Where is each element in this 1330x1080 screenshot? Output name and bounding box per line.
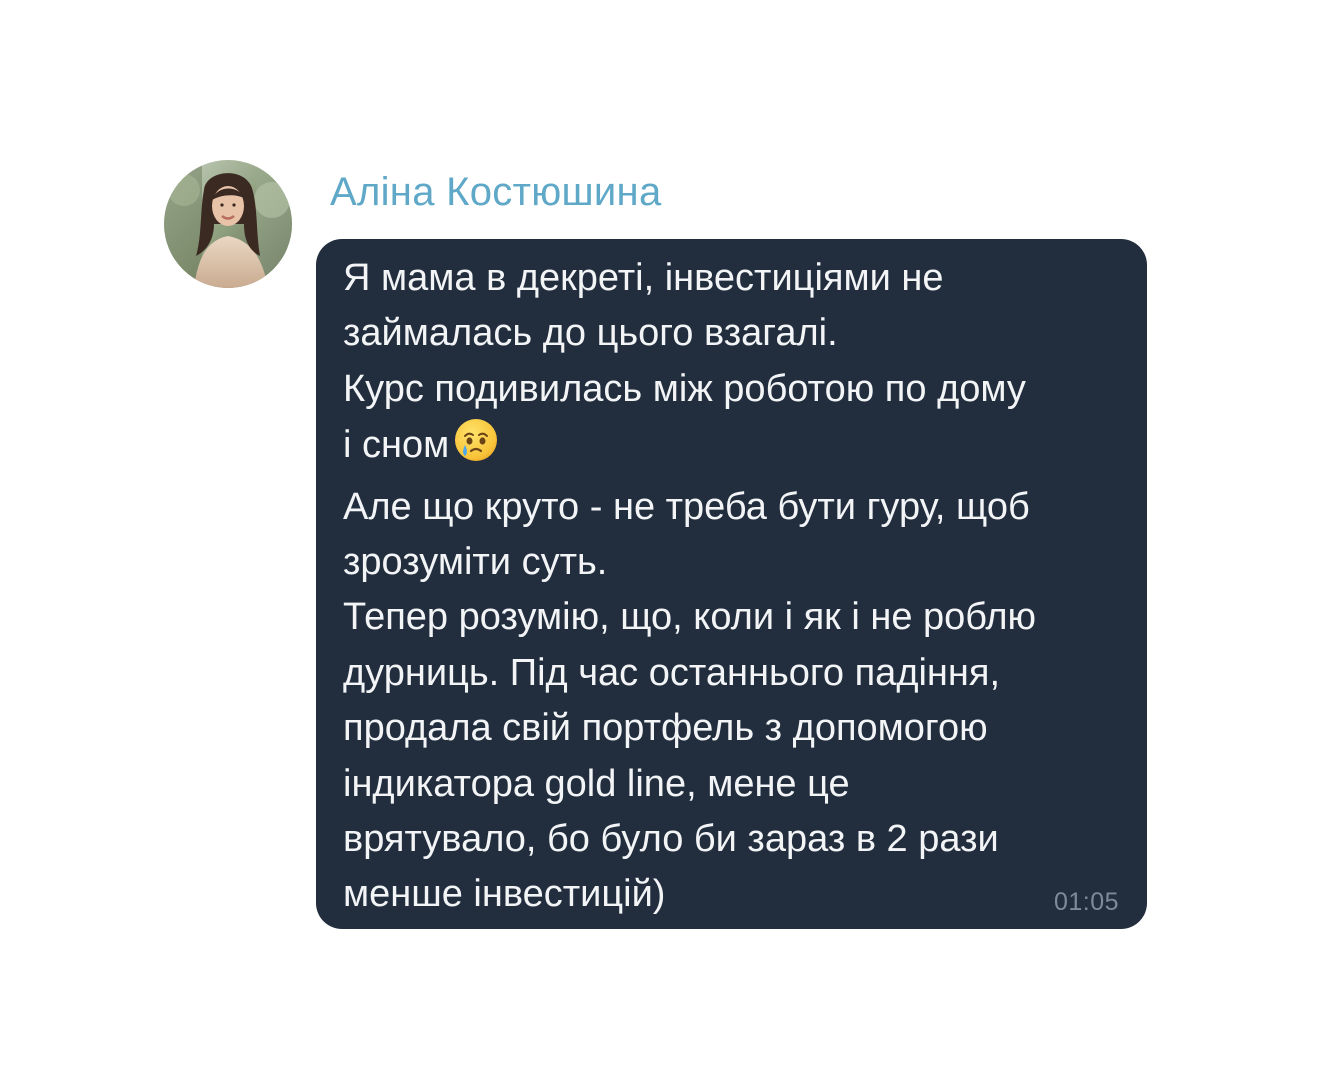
message-line: зрозуміти суть. bbox=[343, 541, 608, 584]
message-line: менше інвестицій) bbox=[343, 873, 666, 916]
message-line: продала свій портфель з допомогою bbox=[343, 707, 988, 750]
avatar-photo bbox=[164, 160, 292, 288]
message-line-with-emoji: і сном bbox=[343, 417, 1133, 479]
message-text: Я мама в декреті, інвестиціями не займал… bbox=[343, 251, 1133, 923]
message-line: врятувало, бо було би зараз в 2 рази bbox=[343, 818, 999, 861]
message-timestamp: 01:05 bbox=[1053, 888, 1119, 916]
message-line: дурниць. Під час останнього падіння, bbox=[343, 651, 1001, 694]
message-line: Але що круто - не треба бути гуру, щоб bbox=[343, 485, 1030, 528]
message-bubble[interactable]: Я мама в декреті, інвестиціями не займал… bbox=[316, 239, 1147, 929]
face-holding-back-tears-icon bbox=[453, 417, 499, 479]
message-line: Я мама в декреті, інвестиціями не bbox=[343, 257, 944, 299]
avatar[interactable] bbox=[164, 160, 292, 288]
message-line: Курс подивилась між роботою по дому bbox=[343, 367, 1026, 410]
sender-name[interactable]: Аліна Костюшина bbox=[330, 166, 662, 218]
message-line: індикатора gold line, мене це bbox=[343, 762, 850, 805]
message-line: Тепер розумію, що, коли і як і не роблю bbox=[343, 596, 1037, 639]
message-line: і сном bbox=[343, 424, 450, 467]
message-line: займалась до цього взагалі. bbox=[343, 312, 838, 355]
